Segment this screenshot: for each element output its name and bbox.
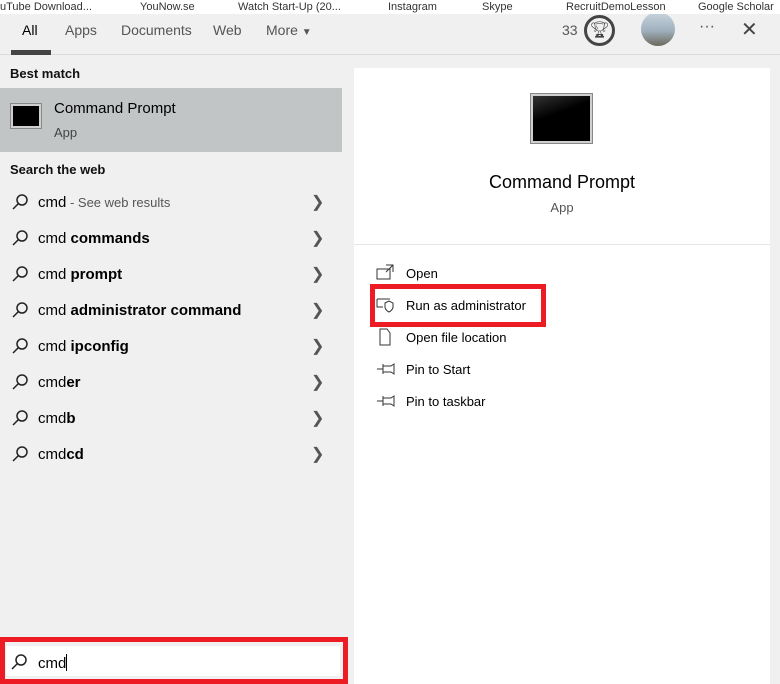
detail-subtitle: App	[550, 200, 574, 215]
best-match-heading: Best match	[10, 66, 81, 81]
action-label: Open	[406, 266, 438, 281]
tab-all[interactable]: All	[22, 22, 38, 38]
suggestion-text: er	[66, 374, 81, 391]
folder-icon	[376, 328, 396, 346]
search-icon	[12, 374, 28, 390]
highlight-run-as-admin	[370, 284, 546, 327]
suggestion-text: prompt	[70, 266, 123, 283]
query-text: cmd	[38, 410, 67, 427]
more-icon[interactable]: ···	[699, 18, 715, 36]
bookmark[interactable]: Watch Start-Up (20...	[238, 0, 341, 14]
query-text: cmd	[38, 266, 71, 283]
search-web-heading: Search the web	[10, 162, 106, 177]
chevron-right-icon[interactable]: ❯	[311, 300, 324, 320]
web-result-label: cmd administrator command	[38, 302, 241, 319]
search-icon	[12, 230, 28, 246]
divider	[354, 244, 770, 245]
open-icon	[376, 264, 396, 282]
see-web-results: - See web results	[66, 195, 171, 210]
search-icon	[12, 266, 28, 282]
bookmark[interactable]: Google Scholar	[698, 0, 774, 14]
search-icon	[12, 446, 28, 462]
search-input[interactable]: cmd	[6, 646, 340, 676]
web-result-item[interactable]: cmd - See web results ❯	[0, 184, 342, 220]
query-text: cmd	[38, 194, 67, 211]
search-icon	[12, 194, 28, 210]
tab-web[interactable]: Web	[213, 22, 242, 38]
best-match-item[interactable]: Command Prompt App	[0, 88, 342, 152]
suggestion-text: b	[66, 410, 76, 427]
best-match-subtitle: App	[54, 125, 78, 140]
query-text: cmd	[38, 446, 67, 463]
search-icon	[12, 302, 28, 318]
detail-panel: Command Prompt App Open Run as administra…	[354, 68, 770, 684]
search-value: cmd	[38, 655, 67, 672]
command-prompt-large-icon	[531, 94, 592, 143]
search-icon	[12, 338, 28, 354]
web-result-item[interactable]: cmder ❯	[0, 364, 342, 400]
chevron-right-icon[interactable]: ❯	[311, 264, 324, 284]
web-result-label: cmd - See web results	[38, 194, 170, 211]
query-text: cmd	[38, 338, 71, 355]
action-open-file-location[interactable]: Open file location	[354, 324, 654, 352]
query-text: cmd	[38, 374, 67, 391]
close-icon[interactable]: ✕	[741, 17, 758, 42]
query-text: cmd	[38, 302, 71, 319]
trophy-icon[interactable]: 🏆︎	[584, 15, 615, 46]
chevron-right-icon[interactable]: ❯	[311, 336, 324, 356]
web-result-item[interactable]: cmd prompt ❯	[0, 256, 342, 292]
tab-more-label: More	[266, 22, 298, 38]
chevron-right-icon[interactable]: ❯	[311, 408, 324, 428]
tab-more[interactable]: More ▼	[266, 22, 312, 38]
web-result-label: cmdcd	[38, 446, 84, 463]
bookmark[interactable]: uTube Download...	[0, 0, 92, 14]
chevron-right-icon[interactable]: ❯	[311, 228, 324, 248]
web-result-item[interactable]: cmd ipconfig ❯	[0, 328, 342, 364]
bookmark[interactable]: Instagram	[388, 0, 437, 14]
command-prompt-icon	[11, 104, 41, 128]
suggestion-text: administrator command	[70, 302, 242, 319]
results-panel: Best match Command Prompt App Search the…	[0, 56, 345, 684]
web-result-label: cmdb	[38, 410, 76, 427]
web-result-label: cmd commands	[38, 230, 150, 247]
action-label: Pin to taskbar	[406, 394, 486, 409]
caret-down-icon: ▼	[301, 27, 312, 38]
points-count: 33	[562, 22, 578, 38]
search-icon	[11, 654, 27, 670]
tab-apps[interactable]: Apps	[65, 22, 97, 38]
pin-icon	[376, 392, 396, 410]
web-result-item[interactable]: cmd administrator command ❯	[0, 292, 342, 328]
web-result-item[interactable]: cmdb ❯	[0, 400, 342, 436]
chevron-right-icon[interactable]: ❯	[311, 192, 324, 212]
query-text: cmd	[38, 230, 71, 247]
action-label: Pin to Start	[406, 362, 471, 377]
bookmark[interactable]: RecruitDemoLesson	[566, 0, 666, 14]
best-match-title: Command Prompt	[54, 100, 176, 117]
text-caret	[66, 654, 68, 671]
action-pin-to-taskbar[interactable]: Pin to taskbar	[354, 388, 654, 416]
bookmark[interactable]: YouNow.se	[140, 0, 195, 14]
action-label: Open file location	[406, 330, 507, 345]
web-result-label: cmd prompt	[38, 266, 122, 283]
tab-documents[interactable]: Documents	[121, 22, 192, 38]
chevron-right-icon[interactable]: ❯	[311, 372, 324, 392]
bookmarks-bar: uTube Download... YouNow.se Watch Start-…	[0, 0, 780, 14]
suggestion-text: commands	[70, 230, 150, 247]
bookmark[interactable]: Skype	[482, 0, 513, 14]
search-icon	[12, 410, 28, 426]
pin-icon	[376, 360, 396, 378]
chevron-right-icon[interactable]: ❯	[311, 444, 324, 464]
web-result-item[interactable]: cmdcd ❯	[0, 436, 342, 472]
web-result-label: cmder	[38, 374, 81, 391]
suggestion-text: ipconfig	[70, 338, 129, 355]
action-pin-to-start[interactable]: Pin to Start	[354, 356, 654, 384]
suggestion-text: cd	[66, 446, 84, 463]
detail-title: Command Prompt	[488, 172, 636, 192]
web-result-label: cmd ipconfig	[38, 338, 129, 355]
avatar[interactable]	[641, 12, 675, 46]
web-result-item[interactable]: cmd commands ❯	[0, 220, 342, 256]
active-tab-indicator	[11, 50, 51, 55]
